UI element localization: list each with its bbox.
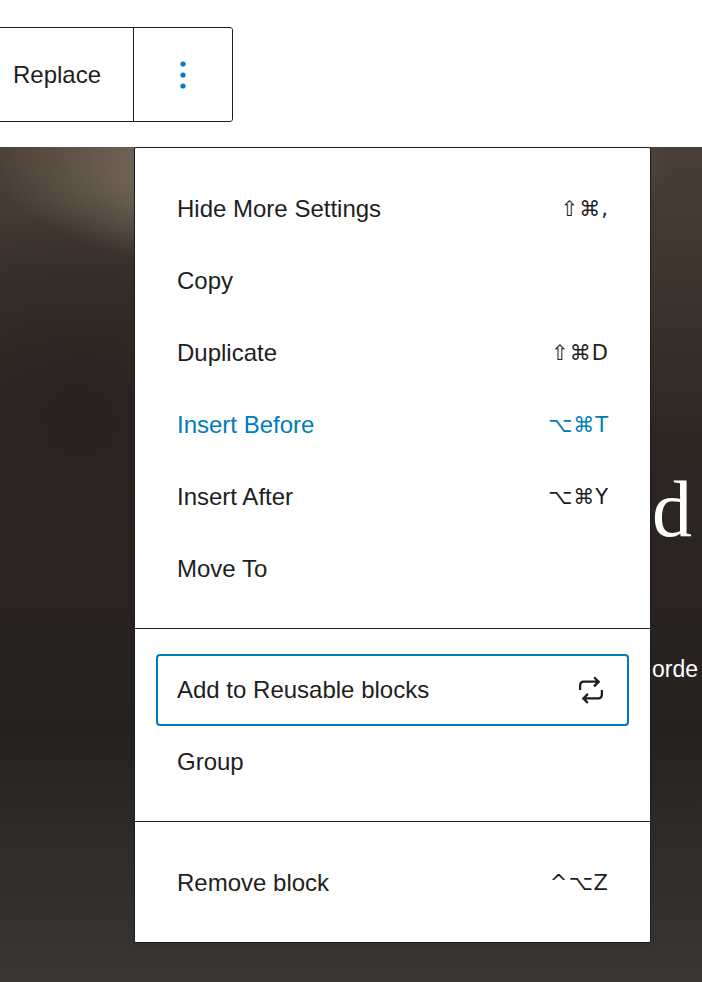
cover-paragraph[interactable]: orde [652, 656, 698, 684]
editor-canvas-top: Replace [0, 0, 702, 147]
menu-group: Add to Reusable blocks Group [135, 628, 650, 821]
menu-item-label: Copy [177, 267, 233, 295]
replace-button[interactable]: Replace [0, 28, 134, 121]
block-toolbar: Replace [0, 27, 233, 122]
menu-item-label: Remove block [177, 869, 329, 897]
menu-item-label: Hide More Settings [177, 195, 381, 223]
menu-group: Remove block ^⌥Z [135, 821, 650, 942]
menu-item-shortcut: ^⌥Z [550, 871, 609, 895]
menu-item[interactable]: Group [156, 726, 629, 798]
menu-item-shortcut: ⇧⌘, [561, 197, 609, 221]
menu-item[interactable]: Remove block ^⌥Z [156, 847, 629, 919]
menu-item[interactable]: Duplicate ⇧⌘D [156, 317, 629, 389]
menu-item-label: Insert After [177, 483, 293, 511]
kebab-icon [179, 60, 187, 90]
menu-item[interactable]: Insert After ⌥⌘Y [156, 461, 629, 533]
menu-item[interactable]: Copy [156, 245, 629, 317]
reusable-block-icon [573, 672, 609, 708]
menu-item-shortcut: ⇧⌘D [551, 341, 609, 365]
menu-item-shortcut: ⌥⌘T [548, 413, 609, 437]
menu-item[interactable]: Move To [156, 533, 629, 605]
menu-item-shortcut: ⌥⌘Y [548, 485, 609, 509]
menu-item[interactable]: Add to Reusable blocks [156, 654, 629, 726]
menu-item-label: Insert Before [177, 411, 314, 439]
block-options-menu: Hide More Settings ⇧⌘, Copy Duplicate ⇧⌘D… [134, 147, 651, 943]
more-options-button[interactable] [134, 28, 232, 121]
cover-heading[interactable]: d [652, 469, 692, 549]
editor-page: Replace d orde Hide More Settings ⇧⌘, Cop… [0, 0, 702, 982]
menu-item-label: Duplicate [177, 339, 277, 367]
menu-item[interactable]: Insert Before ⌥⌘T [156, 389, 629, 461]
menu-item-label: Group [177, 748, 244, 776]
menu-item-label: Add to Reusable blocks [177, 676, 429, 704]
menu-item[interactable]: Hide More Settings ⇧⌘, [156, 173, 629, 245]
menu-item-label: Move To [177, 555, 267, 583]
menu-group: Hide More Settings ⇧⌘, Copy Duplicate ⇧⌘D… [135, 148, 650, 628]
